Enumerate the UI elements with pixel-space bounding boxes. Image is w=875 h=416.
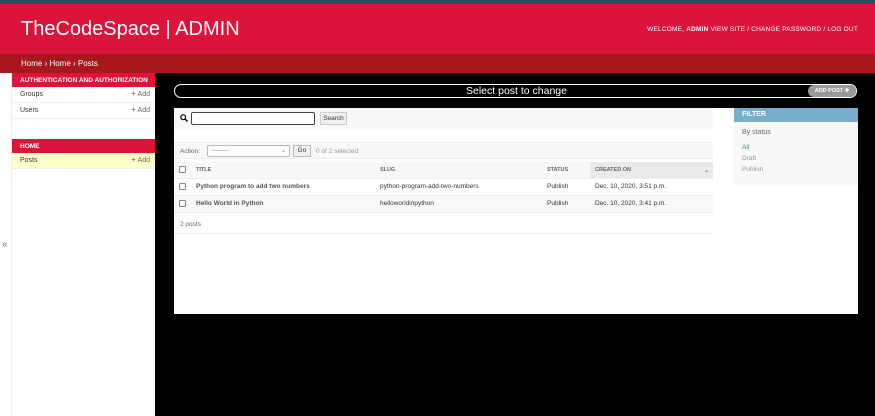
post-status: Publish (542, 178, 590, 196)
filter-option-publish[interactable]: Publish (742, 166, 763, 173)
separator: / (747, 26, 750, 33)
column-created-on[interactable]: CREATED ON ⌄ (590, 162, 713, 179)
column-status[interactable]: STATUS (542, 162, 590, 179)
add-posts-link[interactable]: + Add (131, 157, 150, 164)
sort-descending-icon[interactable]: ⌄ (704, 167, 709, 174)
row-checkbox[interactable] (179, 182, 186, 190)
post-slug: python-program-add-two-numbers (375, 178, 542, 196)
sidebar-collapse-toggle[interactable]: « (0, 73, 12, 416)
plus-icon: + (131, 91, 136, 98)
search-button[interactable]: Search (320, 112, 347, 125)
paginator: 2 posts (174, 215, 713, 234)
filter-heading: FILTER (734, 108, 858, 122)
add-users-link[interactable]: + Add (131, 107, 150, 114)
view-site-link[interactable]: VIEW SITE (711, 26, 746, 33)
page-title: Select post to change (466, 85, 567, 97)
change-password-link[interactable]: CHANGE PASSWORD (751, 26, 821, 33)
header: TheCodeSpace | ADMIN WELCOME, ADMIN VIEW… (0, 4, 875, 54)
sidebar-item-label[interactable]: Users (20, 107, 38, 114)
module-auth: AUTHENTICATION AND AUTHORIZATION Groups … (12, 73, 155, 119)
table-row: Hello World in Python helloworldinpython… (174, 195, 713, 213)
module-home: HOME Posts + Add (12, 139, 155, 169)
action-label: Action: (180, 148, 200, 155)
select-all-checkbox[interactable] (179, 166, 186, 174)
breadcrumbs-bar: Home › Home › Posts (0, 54, 875, 73)
module-heading-home[interactable]: HOME (12, 139, 155, 153)
go-button[interactable]: Go (293, 145, 311, 157)
post-created-on: Dec. 10, 2020, 3:41 p.m. (590, 195, 713, 213)
filter-panel: FILTER By status All Draft Publish (734, 108, 858, 186)
actions-bar: Action: --------- ⌄ Go 0 of 2 selected (174, 142, 713, 159)
separator: / (823, 26, 826, 33)
changelist-panel: Search Action: --------- ⌄ Go 0 of 2 sel… (174, 108, 858, 314)
column-title[interactable]: TITLE (191, 162, 375, 179)
table-header-row: TITLE SLUG STATUS CREATED ON ⌄ (174, 162, 713, 179)
post-slug: helloworldinpython (375, 195, 542, 213)
welcome-text: WELCOME, (647, 26, 685, 33)
results-table: TITLE SLUG STATUS CREATED ON ⌄ Python pro… (174, 162, 713, 213)
sidebar-item-label[interactable]: Groups (20, 91, 43, 98)
add-groups-link[interactable]: + Add (131, 91, 150, 98)
collapse-chevron-icon[interactable]: « (2, 239, 8, 250)
username: ADMIN (686, 26, 709, 33)
module-heading-auth[interactable]: AUTHENTICATION AND AUTHORIZATION (12, 73, 155, 87)
column-slug[interactable]: SLUG (375, 162, 542, 179)
plus-icon: + (131, 107, 136, 114)
sidebar-item-users[interactable]: Users + Add (12, 103, 155, 119)
sidebar-item-label[interactable]: Posts (20, 157, 38, 164)
search-input[interactable] (191, 112, 315, 125)
post-created-on: Dec. 10, 2020, 3:51 p.m. (590, 178, 713, 196)
selection-count: 0 of 2 selected (316, 148, 359, 155)
add-post-button[interactable]: ADD POST ✚ (808, 85, 856, 97)
row-checkbox[interactable] (179, 199, 186, 207)
select-all-checkbox-cell[interactable] (174, 162, 191, 179)
sidebar-item-groups[interactable]: Groups + Add (12, 87, 155, 103)
chevron-down-icon: ⌄ (280, 148, 286, 154)
filter-option-draft[interactable]: Draft (742, 155, 756, 162)
plus-icon: + (131, 157, 136, 164)
table-row: Python program to add two numbers python… (174, 178, 713, 196)
breadcrumb[interactable]: Home › Home › Posts (21, 59, 98, 68)
search-toolbar: Search (174, 108, 713, 130)
page-title-bar: Select post to change ADD POST ✚ (174, 84, 857, 98)
module-spacer (12, 119, 155, 139)
post-title-link[interactable]: Python program to add two numbers (191, 178, 375, 196)
log-out-link[interactable]: LOG OUT (827, 26, 858, 33)
filter-by-status-label: By status (742, 129, 771, 136)
post-title-link[interactable]: Hello World in Python (191, 195, 375, 213)
plus-icon: ✚ (844, 88, 850, 94)
post-status: Publish (542, 195, 590, 213)
filter-option-all[interactable]: All (742, 144, 749, 151)
search-icon (180, 114, 188, 124)
site-brand[interactable]: TheCodeSpace | ADMIN (21, 18, 240, 41)
user-tools: WELCOME, ADMIN VIEW SITE / CHANGE PASSWO… (647, 26, 858, 33)
sidebar: AUTHENTICATION AND AUTHORIZATION Groups … (12, 73, 155, 416)
sidebar-item-posts[interactable]: Posts + Add (12, 153, 155, 169)
action-select[interactable]: --------- ⌄ (207, 145, 290, 157)
